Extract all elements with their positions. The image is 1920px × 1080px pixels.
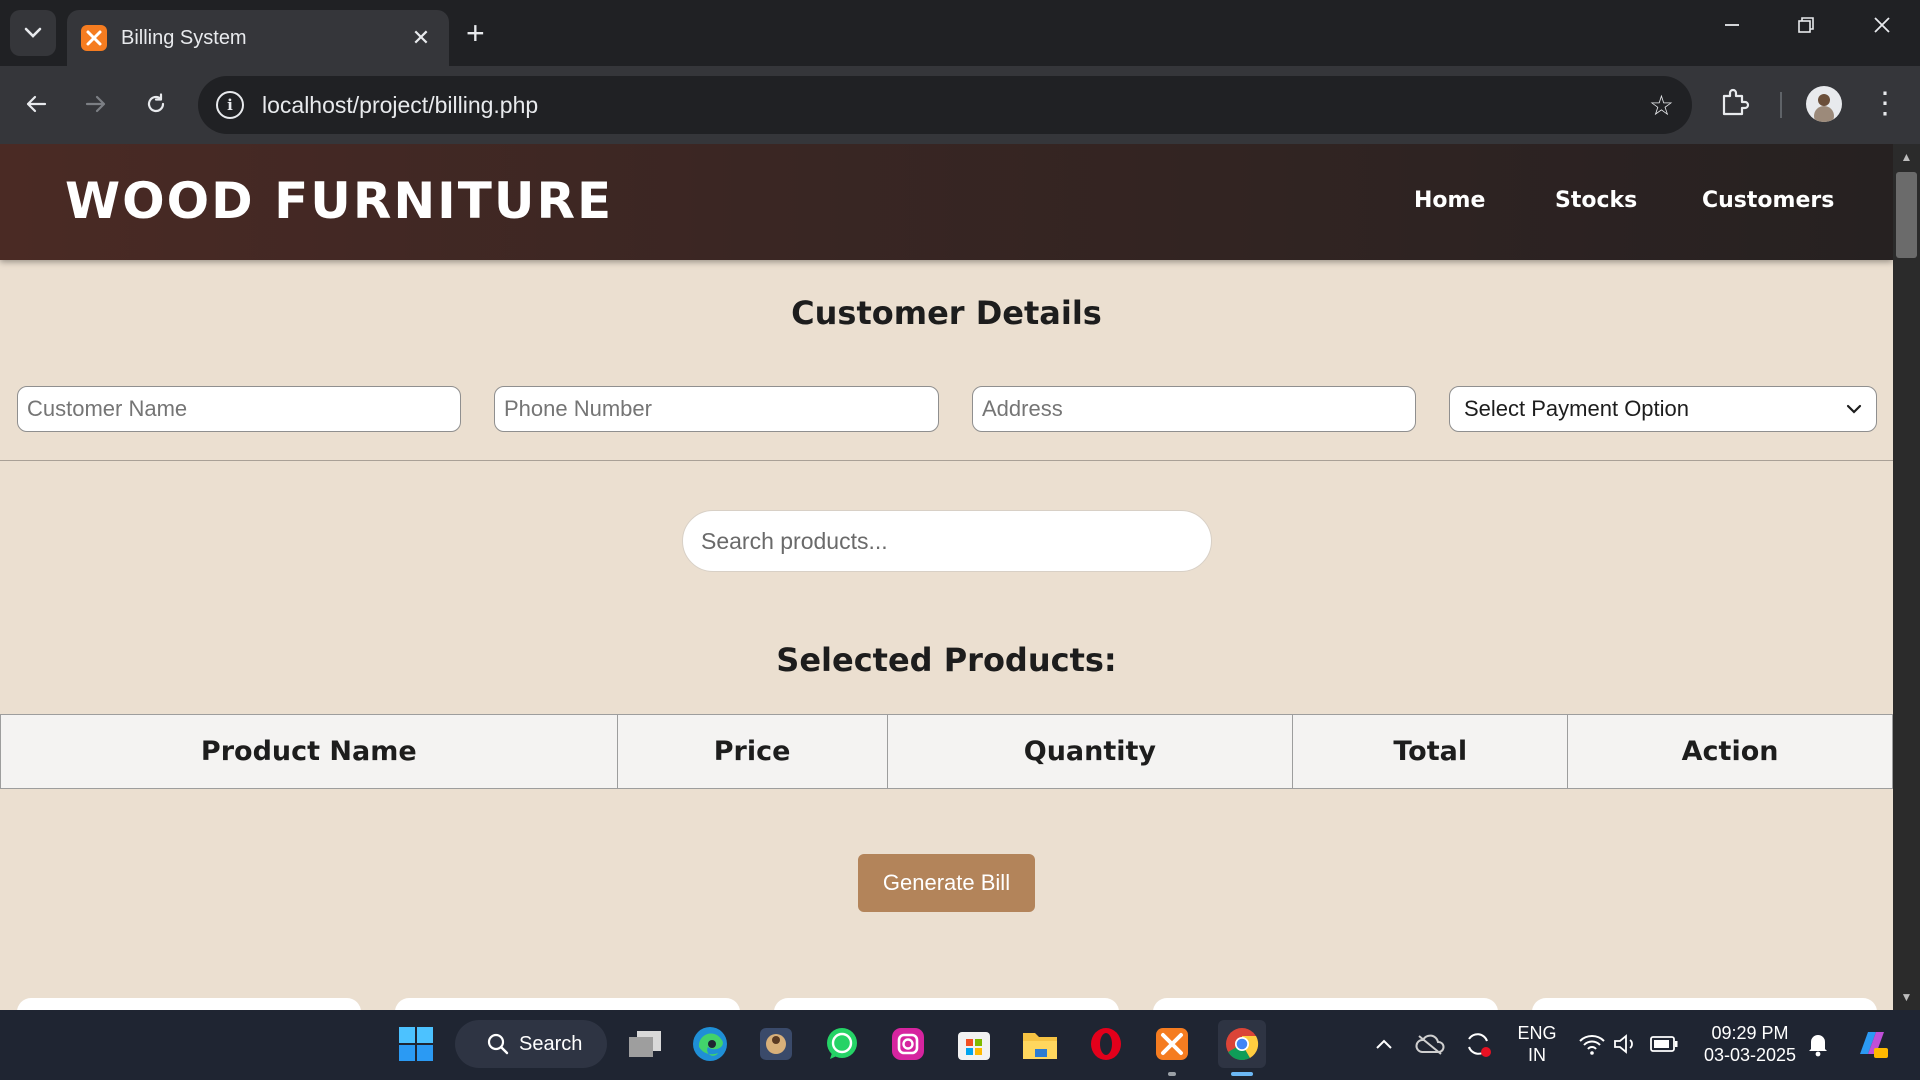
site-header: WOOD FURNITURE Home Stocks Customers [0, 144, 1893, 260]
tab-title: Billing System [121, 26, 247, 49]
back-arrow-icon[interactable] [16, 84, 56, 124]
show-hidden-icons-chevron-icon[interactable] [1364, 1024, 1404, 1064]
chrome-browser-icon[interactable] [1218, 1020, 1266, 1068]
tab-search-button[interactable] [10, 10, 56, 56]
scroll-down-arrow-icon[interactable]: ▼ [1893, 990, 1920, 1004]
running-app-indicator [1168, 1072, 1176, 1076]
phone-number-input[interactable] [494, 386, 939, 432]
extensions-puzzle-icon[interactable] [1718, 86, 1752, 125]
customer-name-input[interactable] [17, 386, 461, 432]
section-divider [0, 460, 1893, 461]
volume-icon[interactable] [1606, 1024, 1646, 1064]
file-explorer-icon[interactable] [1020, 1024, 1060, 1064]
copilot-icon[interactable] [1852, 1024, 1892, 1064]
url-text[interactable]: localhost/project/billing.php [262, 92, 1649, 119]
region-label: IN [1528, 1045, 1546, 1065]
scroll-up-arrow-icon[interactable]: ▲ [1893, 150, 1920, 164]
photos-app-icon[interactable] [756, 1024, 796, 1064]
whatsapp-icon[interactable] [822, 1024, 862, 1064]
taskbar-search-button[interactable]: Search [455, 1020, 607, 1068]
page-viewport: WOOD FURNITURE Home Stocks Customers Cus… [0, 144, 1893, 1010]
column-header-product-name: Product Name [0, 714, 618, 789]
site-brand-logo[interactable]: WOOD FURNITURE [65, 172, 613, 230]
generate-bill-button[interactable]: Generate Bill [858, 854, 1035, 912]
taskbar-search-label: Search [519, 1032, 583, 1055]
page-scrollbar[interactable]: ▲ ▼ [1893, 144, 1920, 1010]
scrollbar-thumb[interactable] [1896, 172, 1917, 258]
nav-link-stocks[interactable]: Stocks [1555, 188, 1637, 213]
site-info-icon[interactable]: i [216, 91, 244, 119]
language-label: ENG [1517, 1023, 1557, 1043]
address-input[interactable] [972, 386, 1416, 432]
browser-tab-bar: Billing System ✕ + [0, 0, 1920, 66]
chevron-down-icon [1846, 404, 1862, 414]
sync-status-icon[interactable] [1458, 1024, 1498, 1064]
restore-window-icon[interactable] [1786, 14, 1826, 40]
column-header-total: Total [1292, 714, 1569, 789]
customer-details-title: Customer Details [791, 294, 1102, 332]
payment-option-selected: Select Payment Option [1464, 396, 1690, 421]
minimize-window-icon[interactable] [1712, 14, 1752, 40]
close-tab-icon[interactable]: ✕ [407, 25, 435, 51]
profile-avatar[interactable] [1806, 86, 1842, 122]
edge-browser-icon[interactable] [690, 1024, 730, 1064]
browser-menu-icon[interactable]: ⋮ [1870, 84, 1900, 124]
product-card[interactable] [17, 998, 361, 1010]
product-card[interactable] [1153, 998, 1498, 1010]
bookmark-star-icon[interactable]: ☆ [1649, 89, 1674, 122]
clock-time: 09:29 PM [1711, 1023, 1789, 1043]
instagram-icon[interactable] [888, 1024, 928, 1064]
xampp-favicon-icon [81, 25, 107, 51]
task-view-icon[interactable] [625, 1024, 665, 1064]
close-window-icon[interactable] [1862, 14, 1902, 40]
column-header-price: Price [616, 714, 888, 789]
windows-taskbar: Search ENG IN 09:29 PM 03-03-2025 [0, 1010, 1920, 1080]
reload-icon[interactable] [136, 84, 176, 124]
opera-browser-icon[interactable] [1086, 1024, 1126, 1064]
toolbar-divider [1780, 92, 1782, 118]
keyboard-language-indicator[interactable]: ENG IN [1510, 1022, 1564, 1066]
column-header-action: Action [1567, 714, 1893, 789]
taskbar-clock[interactable]: 09:29 PM 03-03-2025 [1690, 1022, 1810, 1066]
browser-toolbar: i localhost/project/billing.php ☆ ⋮ [0, 66, 1920, 144]
product-search-input[interactable] [682, 510, 1212, 572]
xampp-control-icon[interactable] [1152, 1024, 1192, 1064]
search-icon [487, 1033, 509, 1055]
active-app-indicator [1231, 1072, 1253, 1076]
browser-tab-active[interactable]: Billing System ✕ [67, 10, 449, 66]
chevron-down-icon [24, 27, 42, 38]
microsoft-store-icon[interactable] [954, 1024, 994, 1064]
selected-products-table: Product Name Price Quantity Total Action [0, 714, 1893, 789]
address-bar[interactable]: i localhost/project/billing.php ☆ [198, 76, 1692, 134]
nav-link-customers[interactable]: Customers [1702, 188, 1834, 213]
table-header-row: Product Name Price Quantity Total Action [0, 714, 1893, 789]
payment-option-select[interactable]: Select Payment Option [1449, 386, 1877, 432]
product-card[interactable] [774, 998, 1119, 1010]
forward-arrow-icon[interactable] [76, 84, 116, 124]
battery-icon[interactable] [1644, 1024, 1684, 1064]
selected-products-title: Selected Products: [776, 641, 1117, 679]
notification-bell-icon[interactable] [1798, 1024, 1838, 1064]
column-header-quantity: Quantity [886, 714, 1294, 789]
product-card[interactable] [1532, 998, 1877, 1010]
onedrive-cloud-icon[interactable] [1410, 1024, 1450, 1064]
new-tab-button[interactable]: + [466, 16, 485, 50]
nav-link-home[interactable]: Home [1414, 188, 1485, 213]
clock-date: 03-03-2025 [1703, 1045, 1797, 1065]
windows-start-icon[interactable] [396, 1024, 436, 1064]
product-card[interactable] [395, 998, 740, 1010]
